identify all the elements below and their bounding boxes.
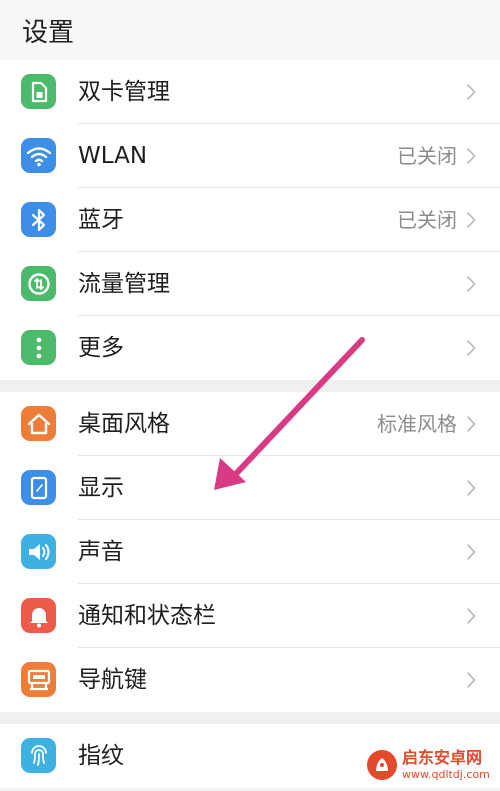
settings-item-display[interactable]: 显示 (0, 456, 500, 520)
chevron-right-icon (466, 339, 476, 357)
navigation-key-icon (21, 662, 56, 697)
chevron-right-icon (466, 275, 476, 293)
chevron-right-icon (466, 147, 476, 165)
chevron-right-icon (466, 607, 476, 625)
settings-item-label: WLAN (78, 143, 148, 169)
display-icon (21, 470, 56, 505)
settings-item-home-style[interactable]: 桌面风格 标准风格 (0, 392, 500, 456)
settings-item-data-usage[interactable]: 流量管理 (0, 252, 500, 316)
page-title: 设置 (22, 18, 75, 48)
settings-item-bluetooth[interactable]: 蓝牙 已关闭 (0, 188, 500, 252)
group-separator (0, 380, 500, 392)
settings-item-label: 更多 (78, 335, 124, 361)
settings-group-connectivity: 双卡管理 WLAN 已关闭 蓝牙 已关闭 流量管理 更多 (0, 60, 500, 380)
chevron-right-icon (466, 415, 476, 433)
settings-item-status: 标准风格 (377, 412, 457, 436)
home-icon (21, 406, 56, 441)
chevron-right-icon (466, 83, 476, 101)
chevron-right-icon (466, 479, 476, 497)
chevron-right-icon (466, 543, 476, 561)
sim-card-icon (21, 74, 56, 109)
settings-item-label: 指纹 (78, 743, 124, 769)
settings-item-more[interactable]: 更多 (0, 316, 500, 380)
settings-group-display: 桌面风格 标准风格 显示 声音 通知和状态栏 导航键 (0, 392, 500, 712)
settings-item-sound[interactable]: 声音 (0, 520, 500, 584)
more-icon (21, 330, 56, 365)
settings-item-label: 显示 (78, 475, 124, 501)
settings-item-label: 导航键 (78, 667, 147, 693)
watermark-name: 启东安卓网 (402, 748, 483, 767)
chevron-right-icon (466, 671, 476, 689)
group-separator (0, 712, 500, 724)
watermark-logo-icon (367, 750, 397, 780)
watermark-url: www.qdltdj.com (402, 768, 490, 781)
fingerprint-icon (21, 738, 56, 773)
settings-item-navigation-keys[interactable]: 导航键 (0, 648, 500, 712)
settings-item-label: 双卡管理 (78, 79, 170, 105)
settings-item-dual-sim[interactable]: 双卡管理 (0, 60, 500, 124)
settings-item-notifications[interactable]: 通知和状态栏 (0, 584, 500, 648)
settings-item-wlan[interactable]: WLAN 已关闭 (0, 124, 500, 188)
settings-item-status: 已关闭 (397, 144, 457, 168)
settings-item-status: 已关闭 (397, 208, 457, 232)
bell-icon (21, 598, 56, 633)
settings-item-label: 声音 (78, 539, 124, 565)
wifi-icon (21, 138, 56, 173)
settings-item-label: 通知和状态栏 (78, 603, 216, 629)
settings-header: 设置 (0, 0, 500, 60)
watermark: 启东安卓网 www.qdltdj.com (366, 745, 494, 785)
settings-item-label: 流量管理 (78, 271, 170, 297)
settings-item-label: 桌面风格 (78, 411, 170, 437)
sound-icon (21, 534, 56, 569)
data-usage-icon (21, 266, 56, 301)
bluetooth-icon (21, 202, 56, 237)
chevron-right-icon (466, 211, 476, 229)
settings-item-label: 蓝牙 (78, 207, 124, 233)
